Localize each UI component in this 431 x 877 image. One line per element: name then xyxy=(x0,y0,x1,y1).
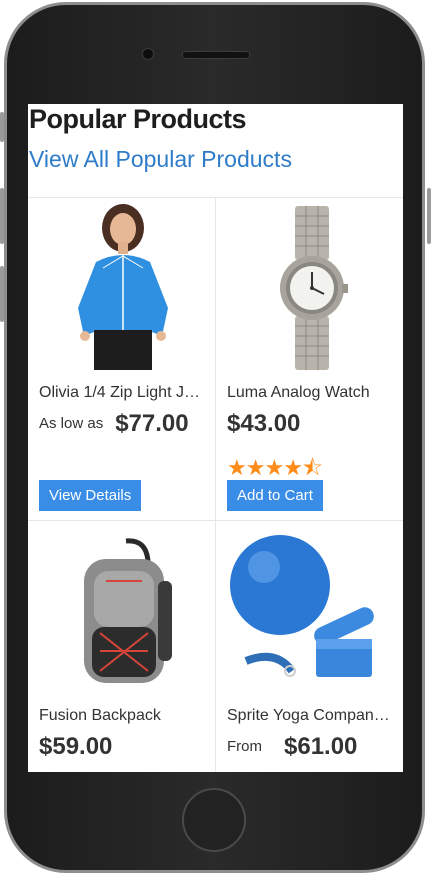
product-price: $77.00 xyxy=(115,410,189,437)
view-details-button[interactable]: View Details xyxy=(39,480,142,511)
product-card[interactable]: Fusion Backpack $59.00 xyxy=(28,521,215,772)
section-title: Popular Products xyxy=(29,104,247,134)
product-price: $61.00 xyxy=(284,733,358,760)
star-icon: ★ xyxy=(227,455,247,480)
home-button[interactable] xyxy=(182,788,246,852)
add-to-cart-button[interactable]: Add to Cart xyxy=(227,480,323,511)
product-card[interactable]: Sprite Yoga Companion Kit From $61.00 xyxy=(216,521,403,772)
gray-backpack-image[interactable] xyxy=(28,521,215,693)
price-label: As low as xyxy=(39,415,104,432)
blue-yoga-ball-kit-image[interactable] xyxy=(216,521,403,693)
price-label: From xyxy=(227,738,262,755)
view-all-popular-products-link[interactable]: View All Popular Products xyxy=(29,146,292,173)
price-row: $59.00 xyxy=(39,733,112,761)
blue-zip-jacket-image[interactable] xyxy=(28,198,215,370)
silver-watch-image[interactable] xyxy=(216,198,403,370)
product-name[interactable]: Sprite Yoga Companion Kit xyxy=(227,707,392,725)
power-button xyxy=(427,188,431,244)
price-row: $43.00 xyxy=(227,410,300,438)
product-price: $43.00 xyxy=(227,410,301,437)
star-icon: ★ xyxy=(283,455,303,480)
price-row: From $61.00 xyxy=(227,733,357,761)
product-name[interactable]: Luma Analog Watch xyxy=(227,384,392,402)
product-card[interactable]: Luma Analog Watch $43.00 ★★★★⯪ Add to Ca… xyxy=(216,198,403,520)
product-price: $59.00 xyxy=(39,733,113,760)
star-icon: ★ xyxy=(264,455,284,480)
earpiece-speaker xyxy=(182,51,250,59)
product-name[interactable]: Olivia 1/4 Zip Light Jacket xyxy=(39,384,204,402)
price-row: As low as $77.00 xyxy=(39,410,189,438)
phone-frame: Popular Products View All Popular Produc… xyxy=(0,0,431,877)
star-icon: ★ xyxy=(245,455,266,480)
front-camera-icon xyxy=(142,48,154,60)
product-card[interactable]: Olivia 1/4 Zip Light Jacket As low as $77… xyxy=(28,198,215,520)
half-star-icon: ⯪ xyxy=(301,455,323,480)
product-name[interactable]: Fusion Backpack xyxy=(39,707,204,725)
screen: Popular Products View All Popular Produc… xyxy=(28,104,403,772)
